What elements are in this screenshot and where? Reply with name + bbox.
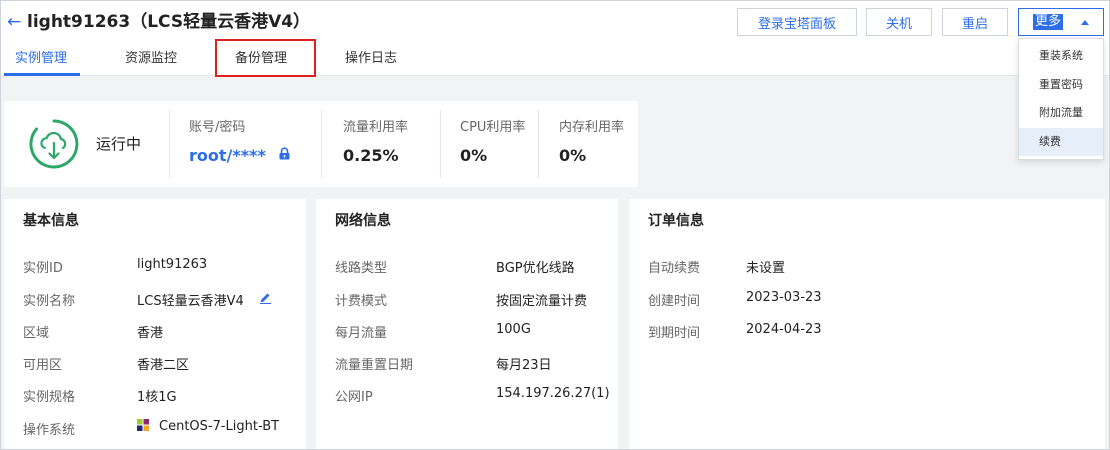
status-panel-empty <box>638 101 1018 187</box>
line-type-value: BGP优化线路 <box>496 261 575 276</box>
monthly-traffic-label: 每月流量 <box>335 326 388 341</box>
login-baota-panel-button[interactable]: 登录宝塔面板 <box>737 8 857 36</box>
menu-item-renew[interactable]: 续费 <box>1019 128 1103 156</box>
billing-mode-label: 计费模式 <box>335 294 388 309</box>
auto-renew-label: 自动续费 <box>648 261 701 276</box>
instance-name-label: 实例名称 <box>23 294 76 309</box>
more-button-label: 更多 <box>1033 14 1064 30</box>
tab-highlight-box <box>215 39 316 77</box>
traffic-usage-value: 0.25% <box>343 146 399 165</box>
account-value-link[interactable]: root/**** <box>189 146 266 165</box>
monthly-traffic-value: 100G <box>496 322 531 337</box>
public-ip-label: 公网IP <box>335 390 373 405</box>
more-dropdown-menu: 重装系统 重置密码 附加流量 续费 <box>1018 38 1104 160</box>
os-label: 操作系统 <box>23 423 76 438</box>
running-status: 运行中 <box>96 135 142 153</box>
caret-up-icon <box>1081 20 1089 25</box>
page-title: light91263（LCS轻量云香港V4） <box>27 12 311 32</box>
arrow-left-icon[interactable]: ← <box>7 12 21 32</box>
divider <box>440 110 441 178</box>
instance-spec-value: 1核1G <box>137 390 177 405</box>
instance-name-value: LCS轻量云香港V4 <box>137 294 244 309</box>
menu-item-reinstall-system[interactable]: 重装系统 <box>1019 42 1103 70</box>
line-type-label: 线路类型 <box>335 261 388 276</box>
traffic-reset-date-value: 每月23日 <box>496 358 552 373</box>
pencil-icon[interactable] <box>259 291 272 304</box>
menu-item-add-traffic[interactable]: 附加流量 <box>1019 99 1103 127</box>
tab-instance-management[interactable]: 实例管理 <box>15 50 67 68</box>
cpu-usage-value: 0% <box>460 146 488 165</box>
instance-id-label: 实例ID <box>23 261 63 276</box>
billing-mode-value: 按固定流量计费 <box>496 294 588 309</box>
tab-resource-monitoring[interactable]: 资源监控 <box>125 50 177 68</box>
account-label: 账号/密码 <box>189 120 246 135</box>
auto-renew-value: 未设置 <box>746 261 786 276</box>
region-label: 区域 <box>23 326 50 341</box>
memory-usage-label: 内存利用率 <box>559 120 625 135</box>
order-info-title: 订单信息 <box>648 213 704 229</box>
availability-zone-label: 可用区 <box>23 358 63 373</box>
page-header: ← light91263（LCS轻量云香港V4） 登录宝塔面板 关机 重启 更多… <box>0 0 1110 77</box>
divider <box>538 110 539 178</box>
traffic-reset-date-label: 流量重置日期 <box>335 358 414 373</box>
tab-operation-log[interactable]: 操作日志 <box>345 50 397 68</box>
basic-info-title: 基本信息 <box>23 213 79 229</box>
cloud-running-icon <box>29 119 79 169</box>
traffic-usage-label: 流量利用率 <box>343 120 409 135</box>
restart-button[interactable]: 重启 <box>942 8 1008 36</box>
order-info-card <box>629 199 1105 450</box>
instance-spec-label: 实例规格 <box>23 390 76 405</box>
created-time-value: 2023-03-23 <box>746 290 822 305</box>
cpu-usage-label: CPU利用率 <box>460 120 526 135</box>
os-value: CentOS-7-Light-BT <box>159 419 280 434</box>
divider <box>169 110 170 178</box>
divider <box>321 110 322 178</box>
expiry-time-value: 2024-04-23 <box>746 322 822 337</box>
centos-logo-icon <box>137 419 149 431</box>
lock-icon[interactable] <box>278 147 291 160</box>
active-tab-indicator <box>4 73 80 76</box>
created-time-label: 创建时间 <box>648 294 701 309</box>
instance-id-value: light91263 <box>137 257 208 272</box>
menu-item-reset-password[interactable]: 重置密码 <box>1019 71 1103 99</box>
more-button[interactable]: 更多 <box>1018 8 1104 36</box>
region-value: 香港 <box>137 326 164 341</box>
network-info-title: 网络信息 <box>335 213 391 229</box>
public-ip-value: 154.197.26.27(1) <box>496 386 610 401</box>
availability-zone-value: 香港二区 <box>137 358 190 373</box>
shutdown-button[interactable]: 关机 <box>866 8 932 36</box>
memory-usage-value: 0% <box>559 146 587 165</box>
expiry-time-label: 到期时间 <box>648 326 701 341</box>
